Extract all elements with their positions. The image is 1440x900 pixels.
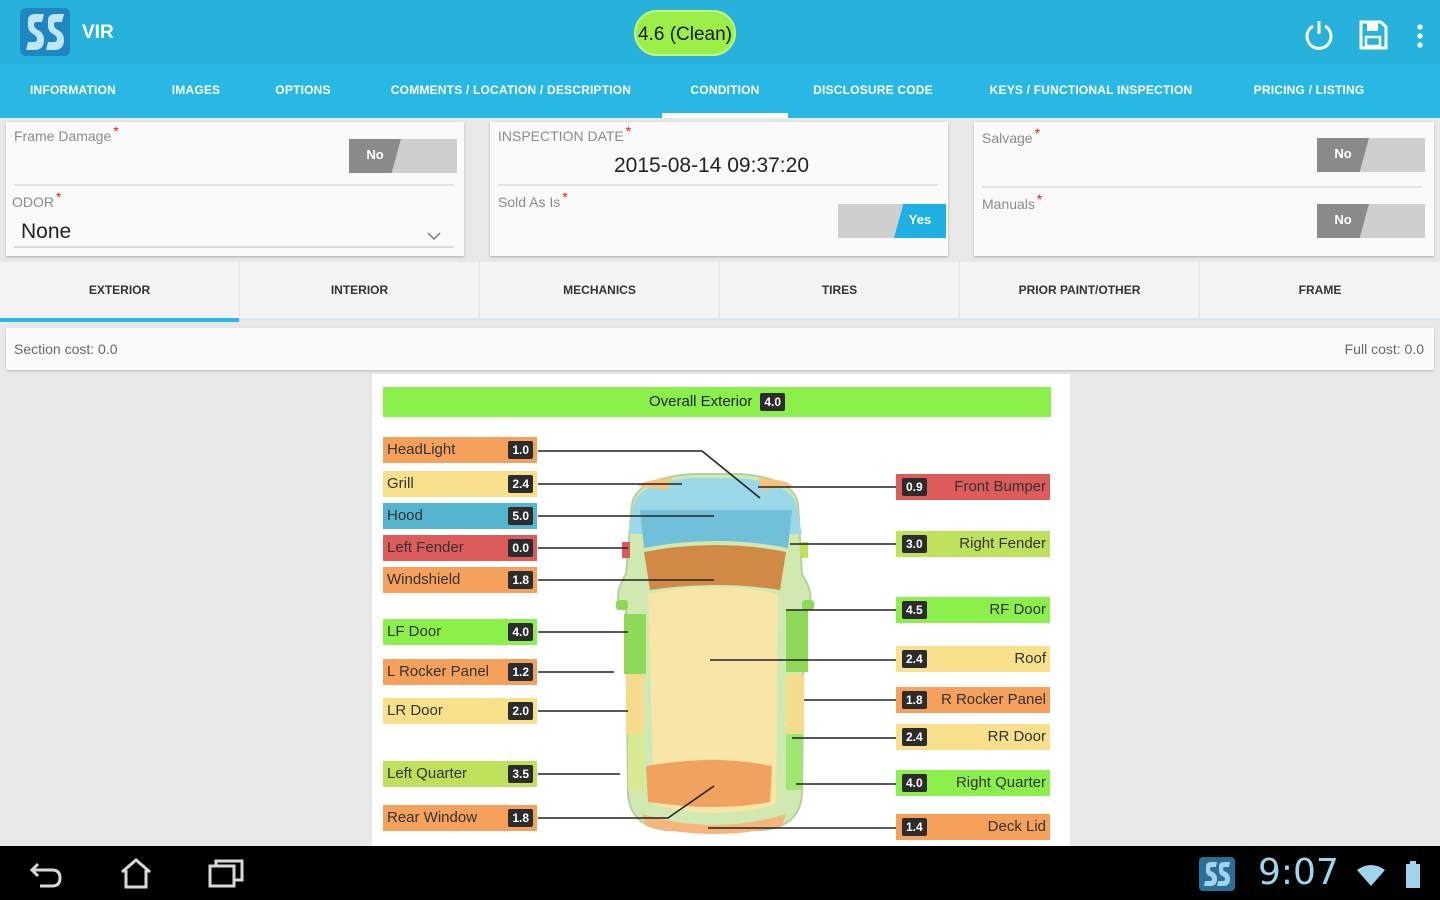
sold-as-is-label: Sold As Is * [498, 189, 568, 210]
tab-keys-functional-inspection[interactable]: Keys / Functional Inspection [958, 64, 1224, 118]
app-logo-icon [20, 8, 70, 56]
frame-odor-card: Frame Damage * No ODOR * None [6, 122, 464, 256]
section-tab-tires[interactable]: Tires [720, 262, 960, 320]
section-tab-interior[interactable]: Interior [240, 262, 480, 320]
part-rf-door[interactable]: 4.5 RF Door [896, 597, 1050, 623]
section-cost: Section cost: 0.0 [14, 341, 118, 357]
part-left-quarter[interactable]: Left Quarter 3.5 [383, 761, 537, 787]
salvage-manuals-card: Salvage * No Manuals * No [974, 122, 1434, 256]
part-rr-door[interactable]: 2.4 RR Door [896, 724, 1050, 750]
notification-app-icon[interactable] [1198, 856, 1236, 892]
part-left-fender[interactable]: Left Fender 0.0 [383, 535, 537, 561]
overall-score-badge: 4.6 (Clean) [634, 10, 736, 56]
tab-condition[interactable]: Condition [662, 64, 788, 118]
part-deck-lid[interactable]: 1.4 Deck Lid [896, 814, 1050, 840]
odor-label: ODOR * [12, 189, 62, 210]
part-roof[interactable]: 2.4 Roof [896, 646, 1050, 672]
power-icon[interactable] [1302, 18, 1336, 52]
part-lr-door[interactable]: LR Door 2.0 [383, 698, 537, 724]
salvage-toggle[interactable]: No [1317, 138, 1425, 172]
inspection-date-value[interactable]: 2015-08-14 09:37:20 [614, 154, 809, 178]
overflow-menu-icon[interactable] [1404, 18, 1436, 52]
section-tab-exterior[interactable]: Exterior [0, 262, 240, 322]
main-tab-bar: Information Images Options Comments / Lo… [0, 64, 1440, 118]
part-r-rocker-panel[interactable]: 1.8 R Rocker Panel [896, 687, 1050, 713]
tab-information[interactable]: Information [0, 64, 146, 118]
part-right-fender[interactable]: 3.0 Right Fender [896, 531, 1050, 557]
part-headlight[interactable]: HeadLight 1.0 [383, 437, 537, 463]
part-windshield[interactable]: Windshield 1.8 [383, 567, 537, 593]
frame-damage-label: Frame Damage * [14, 123, 119, 144]
battery-icon [1406, 861, 1420, 888]
inspection-card: INSPECTION DATE * 2015-08-14 09:37:20 Sol… [490, 122, 948, 256]
inspection-date-label: INSPECTION DATE * [498, 123, 632, 144]
cost-summary-bar: Section cost: 0.0 Full cost: 0.0 [6, 328, 1434, 370]
manuals-toggle[interactable]: No [1317, 204, 1425, 238]
part-l-rocker-panel[interactable]: L Rocker Panel 1.2 [383, 659, 537, 685]
full-cost: Full cost: 0.0 [1344, 341, 1424, 357]
recent-apps-icon[interactable] [206, 856, 246, 890]
save-icon[interactable] [1356, 18, 1390, 52]
tab-comments-location-description[interactable]: Comments / Location / Description [360, 64, 662, 118]
part-grill[interactable]: Grill 2.4 [383, 471, 537, 497]
manuals-label: Manuals * [982, 191, 1043, 212]
part-front-bumper[interactable]: 0.9 Front Bumper [896, 474, 1050, 500]
system-clock: 9:07 [1258, 852, 1339, 893]
sold-as-is-toggle[interactable]: Yes [838, 204, 946, 238]
odor-select[interactable]: None [21, 220, 71, 244]
tab-options[interactable]: Options [246, 64, 360, 118]
frame-damage-toggle[interactable]: No [349, 139, 457, 173]
salvage-label: Salvage * [982, 125, 1041, 146]
car-body-graphic [616, 473, 814, 834]
part-lf-door[interactable]: LF Door 4.0 [383, 619, 537, 645]
action-bar: VIR 4.6 (Clean) [0, 0, 1440, 64]
part-rear-window[interactable]: Rear Window 1.8 [383, 805, 537, 831]
tab-images[interactable]: Images [146, 64, 246, 118]
condition-section-tabs: Exterior Interior Mechanics Tires Prior … [0, 262, 1440, 322]
section-tab-prior-paint-other[interactable]: Prior Paint/Other [960, 262, 1200, 320]
part-hood[interactable]: Hood 5.0 [383, 503, 537, 529]
chevron-down-icon[interactable] [426, 230, 442, 242]
section-tab-frame[interactable]: Frame [1200, 262, 1440, 320]
app-title: VIR [82, 22, 114, 43]
wifi-icon [1357, 865, 1385, 886]
tab-disclosure-code[interactable]: Disclosure Code [788, 64, 958, 118]
exterior-damage-diagram: Overall Exterior 4.0 HeadLight 1.0 Grill 2.… [372, 374, 1070, 846]
overall-exterior-bar[interactable]: Overall Exterior 4.0 [383, 387, 1051, 417]
home-icon[interactable] [116, 856, 156, 890]
back-icon[interactable] [26, 856, 66, 890]
part-right-quarter[interactable]: 4.0 Right Quarter [896, 770, 1050, 796]
section-tab-mechanics[interactable]: Mechanics [480, 262, 720, 320]
tab-pricing-listing[interactable]: Pricing / Listing [1224, 64, 1394, 118]
system-navigation-bar: 9:07 [0, 846, 1440, 900]
